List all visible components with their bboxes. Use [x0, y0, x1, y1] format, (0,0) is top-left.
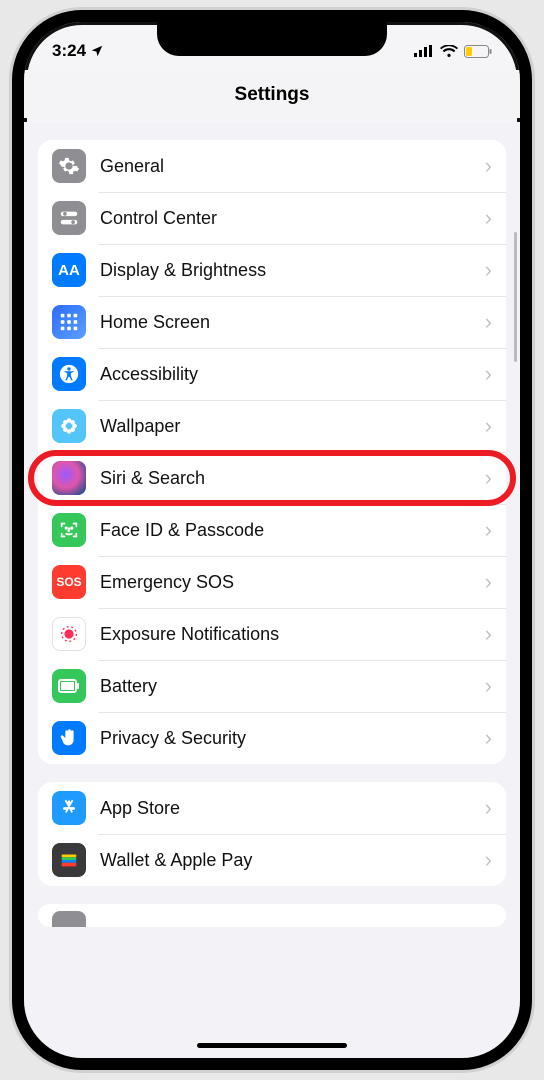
- status-time: 3:24: [52, 41, 86, 61]
- scrollbar[interactable]: [514, 232, 517, 362]
- row-label: Face ID & Passcode: [100, 520, 485, 541]
- chevron-right-icon: ›: [485, 623, 492, 645]
- key-icon: [52, 911, 86, 927]
- chevron-right-icon: ›: [485, 571, 492, 593]
- row-label: Emergency SOS: [100, 572, 485, 593]
- row-label: Battery: [100, 676, 485, 697]
- row-general[interactable]: General ›: [38, 140, 506, 192]
- status-left: 3:24: [52, 41, 104, 61]
- chevron-right-icon: ›: [485, 727, 492, 749]
- cellular-signal-icon: [414, 45, 434, 57]
- siri-icon: [52, 461, 86, 495]
- chevron-right-icon: ›: [485, 849, 492, 871]
- home-indicator[interactable]: [197, 1043, 347, 1048]
- row-passwords-cut[interactable]: [38, 904, 506, 927]
- chevron-right-icon: ›: [485, 519, 492, 541]
- row-face-id-passcode[interactable]: Face ID & Passcode ›: [38, 504, 506, 556]
- row-label: Home Screen: [100, 312, 485, 333]
- gear-icon: [52, 149, 86, 183]
- chevron-right-icon: ›: [485, 311, 492, 333]
- hand-icon: [52, 721, 86, 755]
- flower-icon: [52, 409, 86, 443]
- chevron-right-icon: ›: [485, 467, 492, 489]
- row-label: Privacy & Security: [100, 728, 485, 749]
- wifi-icon: [440, 45, 458, 58]
- row-label: Display & Brightness: [100, 260, 485, 281]
- notch: [157, 22, 387, 56]
- battery-icon: [52, 669, 86, 703]
- chevron-right-icon: ›: [485, 675, 492, 697]
- chevron-right-icon: ›: [485, 207, 492, 229]
- row-display-brightness[interactable]: AA Display & Brightness ›: [38, 244, 506, 296]
- row-control-center[interactable]: Control Center ›: [38, 192, 506, 244]
- row-label: Accessibility: [100, 364, 485, 385]
- appstore-icon: [52, 791, 86, 825]
- location-arrow-icon: [90, 44, 104, 58]
- aa-icon: AA: [52, 253, 86, 287]
- settings-group-1: General › Control Center › AA Display & …: [38, 140, 506, 764]
- row-label: Wallet & Apple Pay: [100, 850, 485, 871]
- phone-frame: 3:24: [12, 10, 532, 1070]
- grid-icon: [52, 305, 86, 339]
- row-emergency-sos[interactable]: SOS Emergency SOS ›: [38, 556, 506, 608]
- row-label: Control Center: [100, 208, 485, 229]
- row-exposure-notifications[interactable]: Exposure Notifications ›: [38, 608, 506, 660]
- row-app-store[interactable]: App Store ›: [38, 782, 506, 834]
- battery-low-icon: [464, 45, 492, 58]
- row-label: Siri & Search: [100, 468, 485, 489]
- faceid-icon: [52, 513, 86, 547]
- chevron-right-icon: ›: [485, 259, 492, 281]
- row-label: App Store: [100, 798, 485, 819]
- row-label: Wallpaper: [100, 416, 485, 437]
- chevron-right-icon: ›: [485, 363, 492, 385]
- wallet-icon: [52, 843, 86, 877]
- row-battery[interactable]: Battery ›: [38, 660, 506, 712]
- row-label: General: [100, 156, 485, 177]
- settings-group-2: App Store › Wallet & Apple Pay ›: [38, 782, 506, 886]
- settings-scroll[interactable]: General › Control Center › AA Display & …: [24, 122, 520, 1058]
- exposure-icon: [52, 617, 86, 651]
- sos-icon: SOS: [52, 565, 86, 599]
- row-siri-search[interactable]: Siri & Search ›: [38, 452, 506, 504]
- switches-icon: [52, 201, 86, 235]
- accessibility-icon: [52, 357, 86, 391]
- settings-group-3: [38, 904, 506, 927]
- row-label: Exposure Notifications: [100, 624, 485, 645]
- row-home-screen[interactable]: Home Screen ›: [38, 296, 506, 348]
- row-wallet-apple-pay[interactable]: Wallet & Apple Pay ›: [38, 834, 506, 886]
- chevron-right-icon: ›: [485, 415, 492, 437]
- chevron-right-icon: ›: [485, 797, 492, 819]
- page-title: Settings: [235, 84, 310, 105]
- row-accessibility[interactable]: Accessibility ›: [38, 348, 506, 400]
- nav-header: Settings: [24, 70, 520, 118]
- row-wallpaper[interactable]: Wallpaper ›: [38, 400, 506, 452]
- status-right: [414, 45, 492, 58]
- chevron-right-icon: ›: [485, 155, 492, 177]
- row-privacy-security[interactable]: Privacy & Security ›: [38, 712, 506, 764]
